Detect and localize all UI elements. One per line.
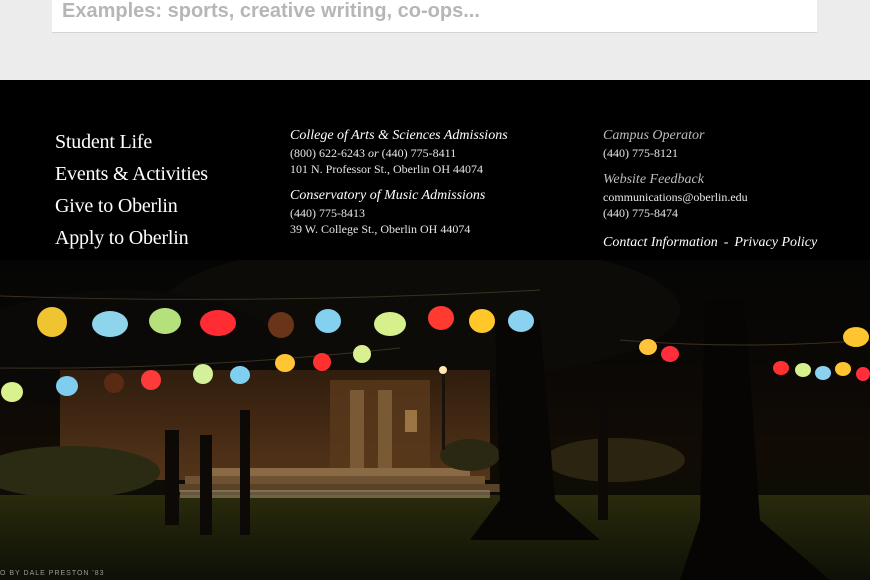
nav-link-events-activities[interactable]: Events & Activities <box>55 158 208 190</box>
conservatory-phone: (440) 775-8413 <box>290 206 365 220</box>
nav-link-give[interactable]: Give to Oberlin <box>55 190 208 222</box>
website-feedback-email[interactable]: communications@oberlin.edu <box>603 189 853 205</box>
campus-operator-phone: (440) 775-8121 <box>603 146 678 160</box>
general-contacts: Campus Operator (440) 775-8121 Website F… <box>603 127 853 251</box>
photo-credit: O BY DALE PRESTON '83 <box>0 570 105 577</box>
building-window <box>405 410 417 432</box>
website-feedback-phone: (440) 775-8474 <box>603 206 678 220</box>
arts-sciences-phone-2: (440) 775-8411 <box>381 146 457 160</box>
lantern-scene <box>0 260 870 580</box>
website-feedback-heading: Website Feedback <box>603 172 704 187</box>
contact-information-link[interactable]: Contact Information <box>603 235 718 250</box>
shrub <box>545 438 685 482</box>
arts-sciences-address: 101 N. Professor St., Oberlin OH 44074 <box>290 162 483 176</box>
admissions-contacts: College of Arts & Sciences Admissions (8… <box>290 127 550 237</box>
site-footer: Student Life Events & Activities Give to… <box>0 80 870 580</box>
privacy-policy-link[interactable]: Privacy Policy <box>734 235 817 250</box>
search-section <box>0 0 870 80</box>
steps <box>185 476 485 484</box>
phone-or-text: or <box>368 146 379 160</box>
tree-trunk <box>240 410 250 535</box>
path <box>180 490 490 498</box>
building-column <box>378 390 392 470</box>
footer-nav: Student Life Events & Activities Give to… <box>55 126 208 254</box>
tree-trunk <box>200 435 212 535</box>
search-box <box>52 0 817 33</box>
tree-trunk <box>165 430 179 525</box>
night-lanterns-photo: O BY DALE PRESTON '83 <box>0 260 870 580</box>
search-input[interactable] <box>52 0 817 32</box>
arts-sciences-phones: (800) 622-6243 or (440) 775-8411 <box>290 145 550 161</box>
nav-link-student-life[interactable]: Student Life <box>55 126 208 158</box>
conservatory-address: 39 W. College St., Oberlin OH 44074 <box>290 222 471 236</box>
conservatory-heading: Conservatory of Music Admissions <box>290 188 486 203</box>
arts-sciences-heading: College of Arts & Sciences Admissions <box>290 128 508 143</box>
link-separator: - <box>723 235 729 250</box>
campus-operator-heading: Campus Operator <box>603 128 705 143</box>
shrub <box>440 439 500 471</box>
building-column <box>350 390 364 470</box>
nav-link-apply[interactable]: Apply to Oberlin <box>55 222 208 254</box>
arts-sciences-phone-1: (800) 622-6243 <box>290 146 365 160</box>
footer-legal-links: Contact Information - Privacy Policy <box>603 235 853 251</box>
tree-trunk <box>598 390 608 520</box>
